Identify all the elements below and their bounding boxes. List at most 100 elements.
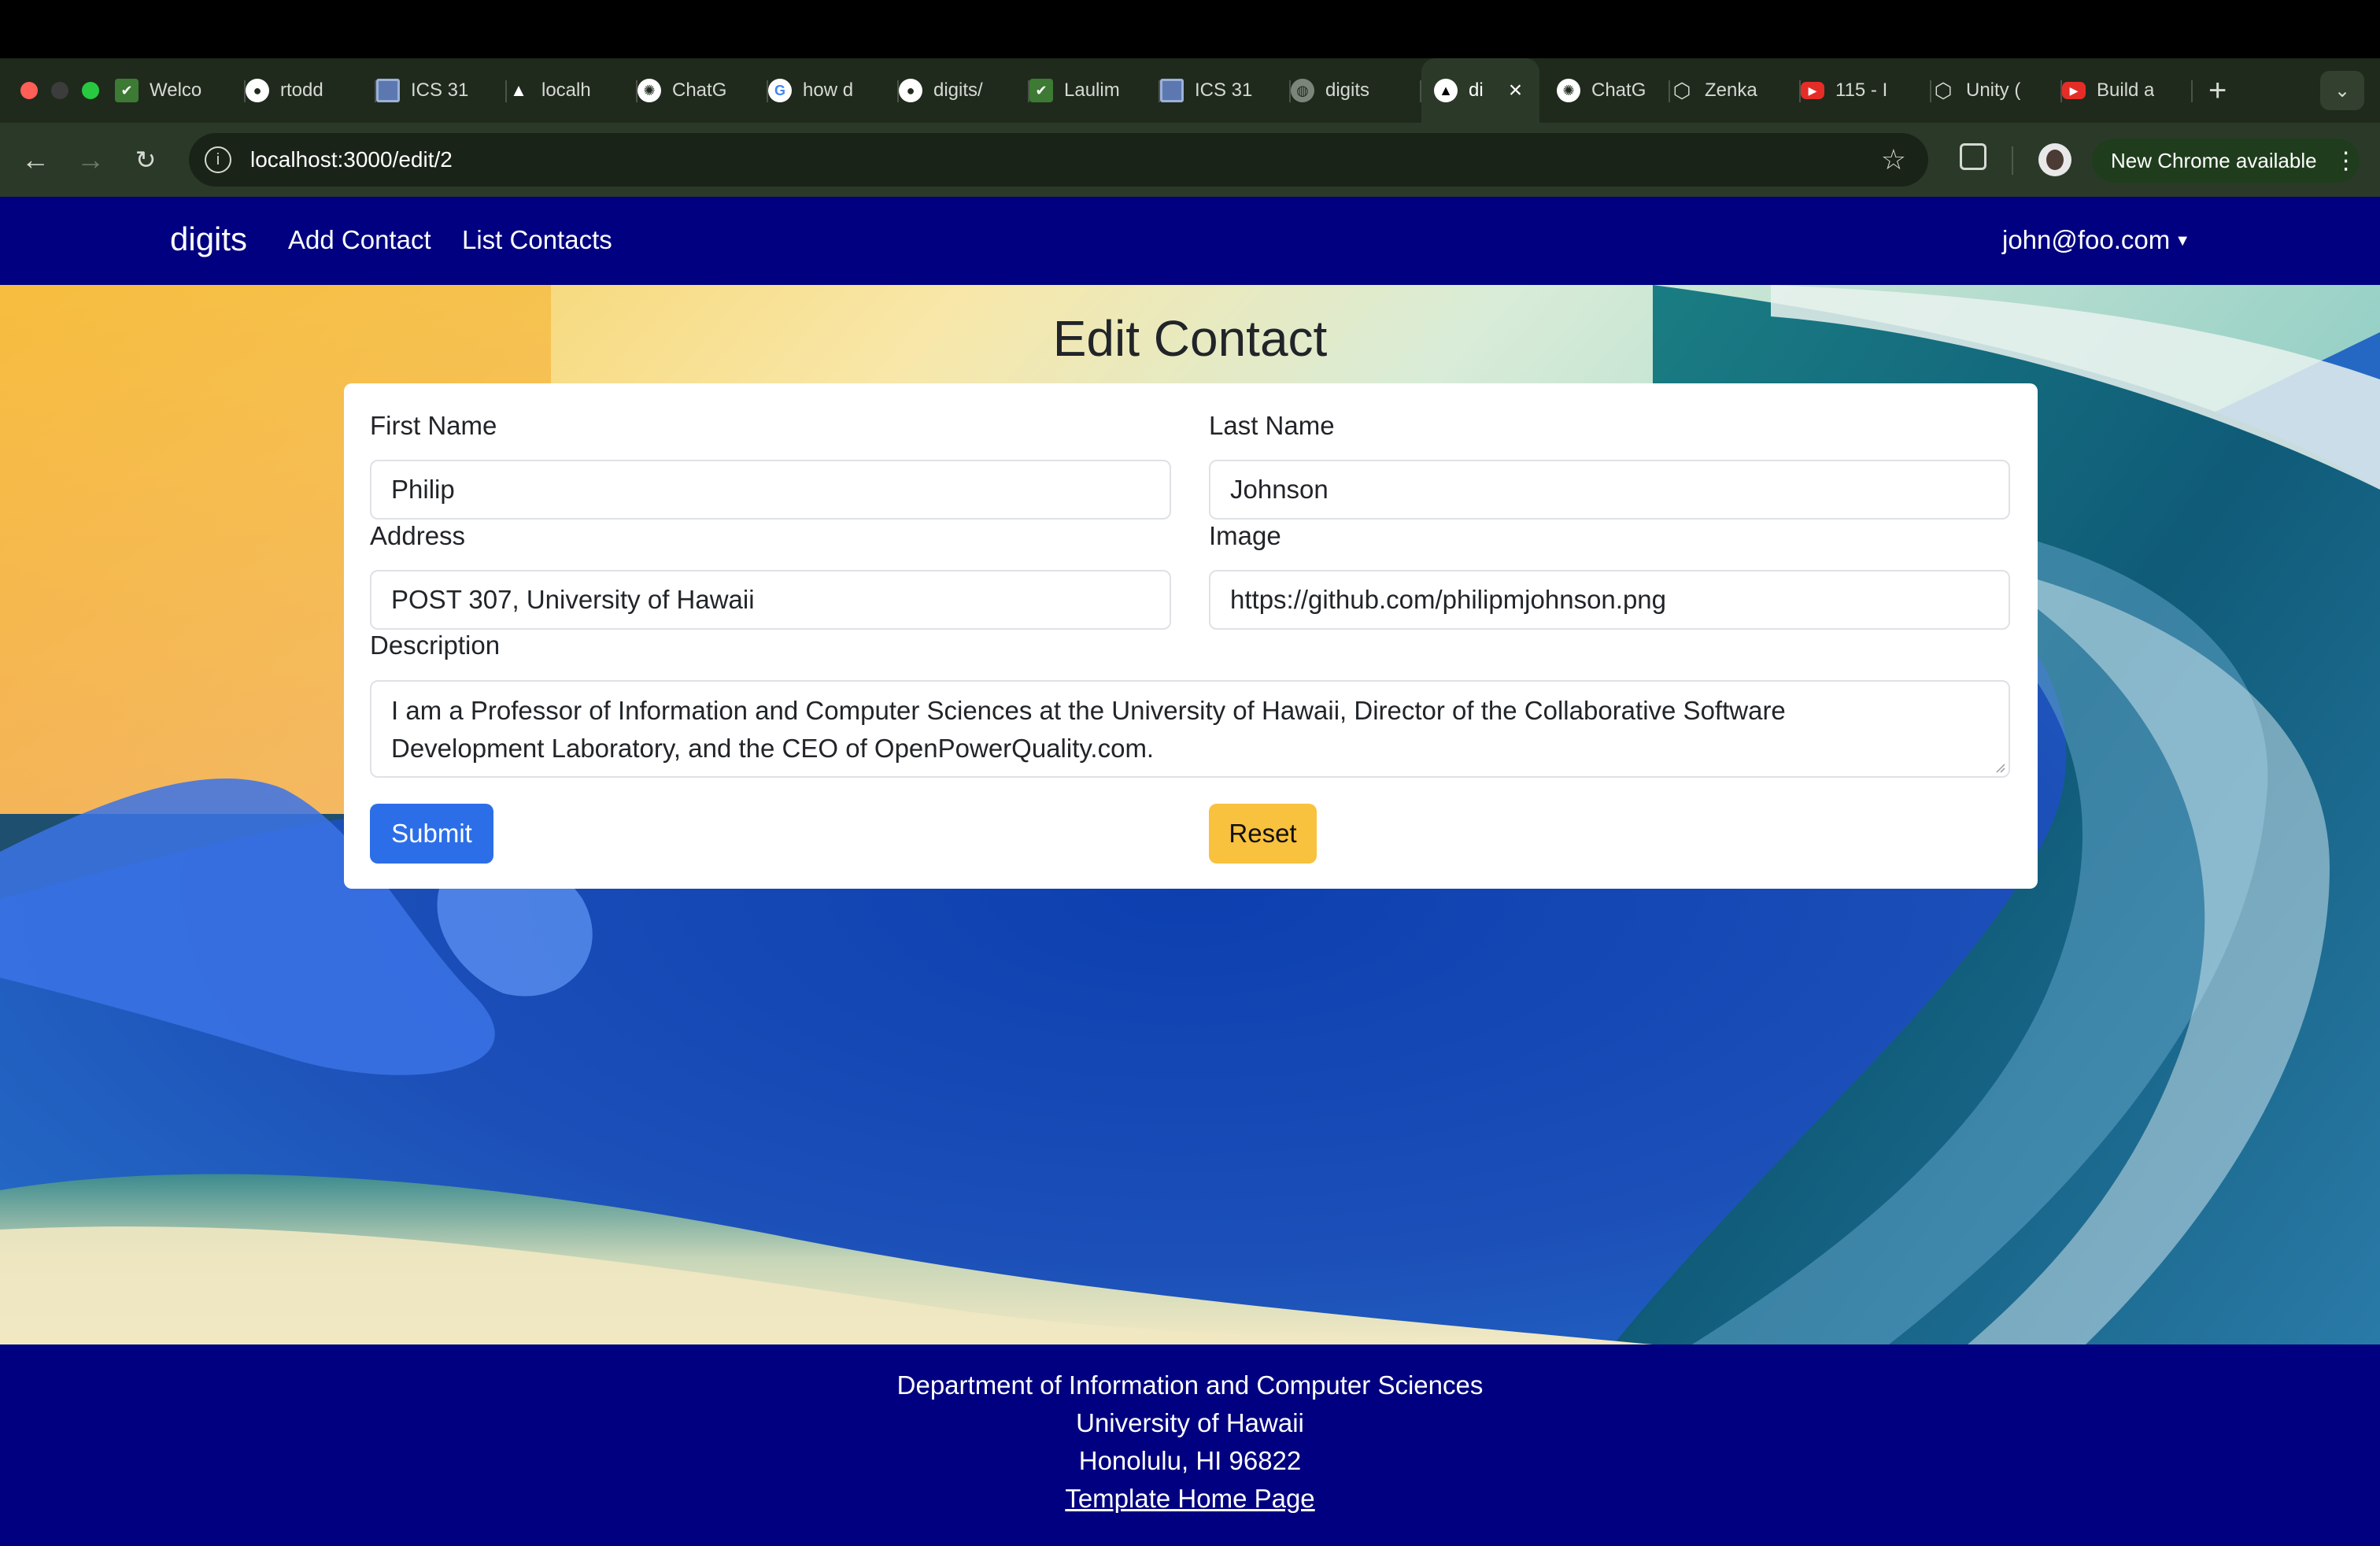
close-window-button[interactable] <box>20 82 38 99</box>
tab-label: ICS 31 <box>411 80 469 101</box>
image-url-input[interactable]: https://github.com/philipmjohnson.png <box>1209 570 2010 630</box>
kebab-menu-icon[interactable]: ⋮ <box>2334 147 2358 175</box>
forward-arrow-icon[interactable]: → <box>63 143 118 176</box>
tab-search-chevron-icon[interactable]: ⌄ <box>2320 71 2364 110</box>
window-controls <box>20 82 99 99</box>
tab-label: Welco <box>150 80 202 101</box>
tab-label: how d <box>803 80 854 101</box>
address-bar[interactable]: i localhost:3000/edit/2 ☆ <box>189 133 1928 187</box>
leaf-icon: ✔ <box>1029 79 1053 102</box>
footer-address: Honolulu, HI 96822 <box>1078 1446 1302 1475</box>
browser-tab[interactable]: ✺ ChatG <box>1539 58 1670 123</box>
tab-label: 115 - I <box>1835 80 1888 101</box>
template-home-page-link[interactable]: Template Home Page <box>0 1484 2380 1514</box>
tab-label: di <box>1469 80 1484 101</box>
browser-tab[interactable]: ⬡ Zenka <box>1670 58 1801 123</box>
caret-down-icon: ▼ <box>2175 232 2191 250</box>
browser-tab[interactable]: ◍ digits <box>1291 58 1421 123</box>
tab-label: Laulim <box>1064 80 1120 101</box>
reset-button[interactable]: Reset <box>1209 804 1317 864</box>
browser-tab[interactable]: ● rtodd <box>246 58 376 123</box>
minimize-window-button[interactable] <box>51 82 68 99</box>
browser-tab[interactable]: ICS 31 <box>1160 58 1291 123</box>
youtube-icon: ▶ <box>2062 82 2086 99</box>
tab-label: localh <box>541 80 591 101</box>
image-label: Image <box>1209 521 1281 550</box>
submit-button[interactable]: Submit <box>370 804 493 864</box>
browser-tab[interactable]: ▶ 115 - I <box>1801 58 1931 123</box>
openai-icon: ✺ <box>638 79 661 102</box>
profile-avatar[interactable] <box>2038 143 2071 176</box>
description-label: Description <box>370 631 501 660</box>
description-line: Development Laboratory, and the CEO of O… <box>391 734 1155 763</box>
square-icon <box>1160 79 1184 102</box>
footer-university: University of Hawaii <box>1076 1408 1304 1437</box>
edit-contact-form: First Name Philip Last Name Johnson Addr… <box>344 383 2038 889</box>
reload-icon[interactable]: ↻ <box>118 145 173 175</box>
user-dropdown[interactable]: john@foo.com ▼ <box>2002 225 2190 255</box>
update-pill-label: New Chrome available <box>2111 148 2317 172</box>
footer: Department of Information and Computer S… <box>0 1344 2380 1546</box>
new-tab-button[interactable]: + <box>2208 73 2227 109</box>
page-title: Edit Contact <box>1052 310 1328 367</box>
youtube-icon: ▶ <box>1801 82 1824 99</box>
window-top-bar <box>0 0 2380 58</box>
browser-tab[interactable]: ⬡ Unity ( <box>1931 58 2062 123</box>
browser-tab[interactable]: ✔ Laulim <box>1029 58 1160 123</box>
site-info-icon[interactable]: i <box>205 146 231 173</box>
new-chrome-available-button[interactable]: New Chrome available ⋮ <box>2092 139 2360 183</box>
description-line: I am a Professor of Information and Comp… <box>391 696 1786 725</box>
browser-tab[interactable]: ● digits/ <box>899 58 1029 123</box>
unity-icon: ⬡ <box>1672 78 1691 102</box>
tab-label: Zenka <box>1705 80 1757 101</box>
browser-tab[interactable]: ▲ localh <box>507 58 638 123</box>
extensions-puzzle-icon[interactable] <box>1960 143 1986 170</box>
github-icon: ● <box>899 79 922 102</box>
toolbar-divider <box>2012 146 2013 175</box>
user-email: john@foo.com <box>2002 225 2171 254</box>
browser-tab[interactable]: ✺ ChatG <box>638 58 768 123</box>
tab-label: ChatG <box>672 80 727 101</box>
description-textarea[interactable]: I am a Professor of Information and Comp… <box>370 680 2010 778</box>
browser-toolbar: ← → ↻ i localhost:3000/edit/2 ☆ New Chro… <box>0 123 2380 197</box>
tab-label: Build a <box>2097 80 2155 101</box>
close-tab-icon[interactable]: × <box>1509 77 1523 104</box>
openai-icon: ✺ <box>1557 79 1580 102</box>
zoom-window-button[interactable] <box>82 82 99 99</box>
tab-strip: ✔ Welco ● rtodd ICS 31 ▲ localh ✺ ChatG … <box>0 58 2380 123</box>
tab-label: ICS 31 <box>1195 80 1253 101</box>
google-icon: G <box>768 79 792 102</box>
browser-tab-active[interactable]: ▲ di × <box>1421 58 1539 123</box>
browser-tab[interactable]: ▶ Build a <box>2062 58 2193 123</box>
back-arrow-icon[interactable]: ← <box>8 143 63 176</box>
address-label: Address <box>370 521 466 550</box>
browser-tab[interactable]: G how d <box>768 58 899 123</box>
tab-label: digits <box>1325 80 1370 101</box>
github-icon: ● <box>246 79 269 102</box>
resize-grip-icon[interactable] <box>1994 762 2005 773</box>
app-navbar: digits Add Contact List Contacts john@fo… <box>0 197 2380 285</box>
square-icon <box>376 79 400 102</box>
footer-department: Department of Information and Computer S… <box>896 1370 1484 1400</box>
address-input[interactable]: POST 307, University of Hawaii <box>370 570 1171 630</box>
leaf-icon: ✔ <box>115 79 139 102</box>
triangle-icon: ▲ <box>510 80 527 100</box>
triangle-icon: ▲ <box>1434 79 1458 102</box>
browser-tab[interactable]: ICS 31 <box>376 58 507 123</box>
first-name-label: First Name <box>370 411 497 440</box>
last-name-input[interactable]: Johnson <box>1209 460 2010 520</box>
nav-list-contacts[interactable]: List Contacts <box>462 225 612 255</box>
tab-label: ChatG <box>1591 80 1646 101</box>
unity-icon: ⬡ <box>1934 78 1953 102</box>
tab-label: Unity ( <box>1966 80 2021 101</box>
tab-label: digits/ <box>933 80 983 101</box>
nav-add-contact[interactable]: Add Contact <box>288 225 431 255</box>
last-name-label: Last Name <box>1209 411 1335 440</box>
bookmark-star-icon[interactable]: ☆ <box>1881 143 1906 176</box>
brand-link[interactable]: digits <box>170 220 247 258</box>
first-name-input[interactable]: Philip <box>370 460 1171 520</box>
tab-label: rtodd <box>280 80 323 101</box>
browser-tab[interactable]: ✔ Welco <box>115 58 246 123</box>
address-url[interactable]: localhost:3000/edit/2 <box>250 147 453 172</box>
globe-icon: ◍ <box>1291 79 1314 102</box>
